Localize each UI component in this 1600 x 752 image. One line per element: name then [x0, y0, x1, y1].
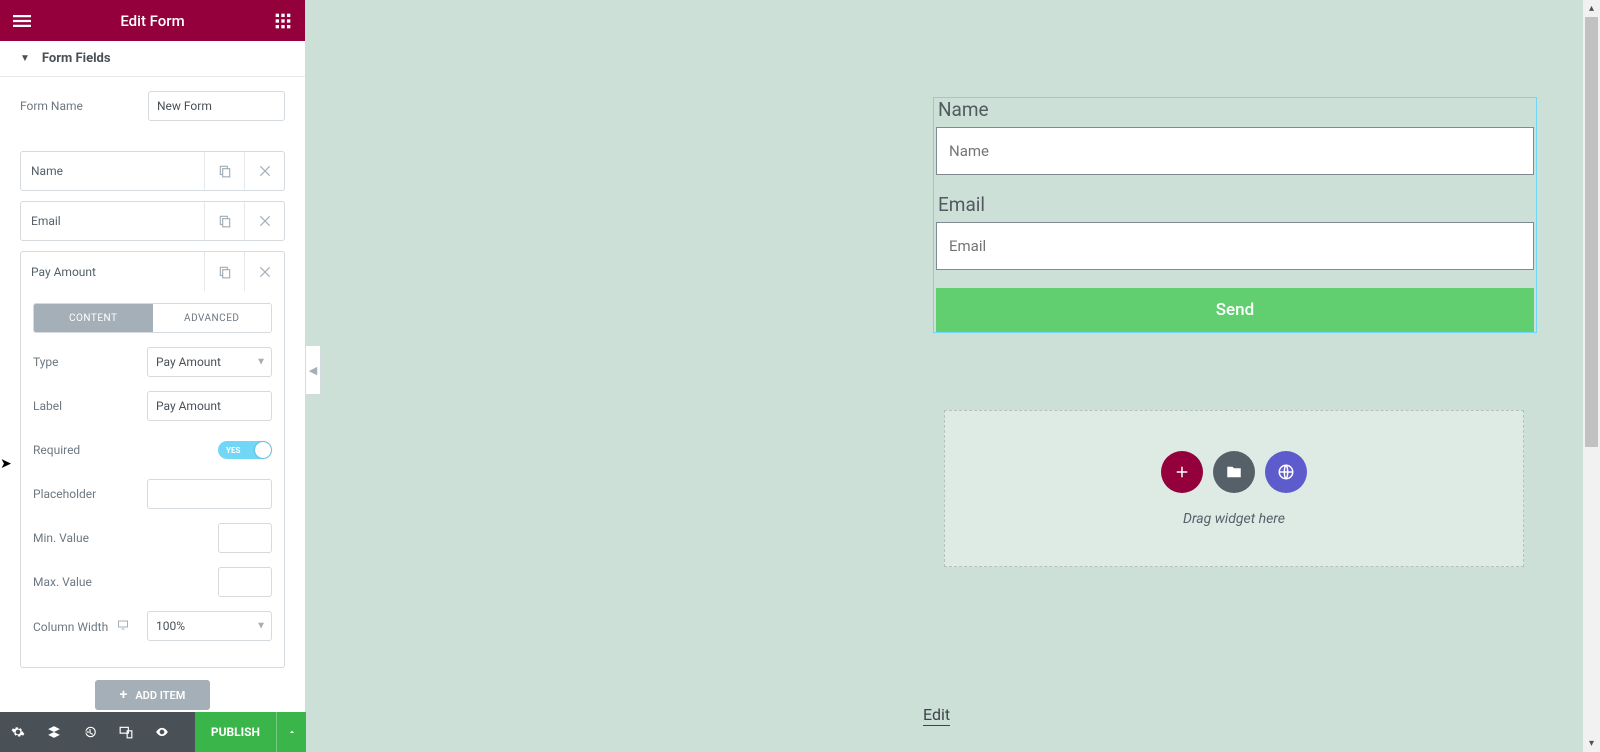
colwidth-select[interactable]: 100%	[147, 611, 272, 641]
close-icon[interactable]	[244, 202, 284, 240]
duplicate-icon[interactable]	[204, 202, 244, 240]
preview-name-label: Name	[938, 98, 1534, 121]
field-item-payamount[interactable]: Pay Amount	[20, 251, 285, 291]
colwidth-label: Column Width	[33, 619, 129, 634]
section-title: Form Fields	[42, 51, 111, 66]
edit-link[interactable]: Edit	[923, 705, 950, 726]
field-item-email[interactable]: Email	[20, 201, 285, 241]
sidebar-topbar: Edit Form	[0, 0, 305, 41]
fields-repeater: Name Email Pay Amount	[20, 151, 285, 710]
drop-zone-text: Drag widget here	[1183, 511, 1285, 527]
field-item-name[interactable]: Name	[20, 151, 285, 191]
scroll-thumb[interactable]	[1585, 17, 1598, 447]
global-widget-button[interactable]	[1265, 451, 1307, 493]
add-item-label: ADD ITEM	[135, 689, 185, 702]
label-label: Label	[33, 399, 62, 413]
preview-name-input[interactable]	[936, 127, 1534, 175]
toggle-label: YES	[226, 446, 240, 455]
desktop-icon[interactable]	[117, 620, 129, 634]
field-item-title[interactable]: Pay Amount	[21, 252, 204, 291]
drop-zone-buttons	[1161, 451, 1307, 493]
editor-sidebar: Edit Form ▼ Form Fields Form Name Name	[0, 0, 306, 752]
drop-zone[interactable]: Drag widget here	[944, 410, 1524, 567]
toggle-knob	[255, 442, 271, 458]
caret-down-icon: ▼	[20, 53, 30, 64]
min-row: Min. Value	[33, 523, 272, 553]
placeholder-label: Placeholder	[33, 487, 96, 501]
preview-canvas: Name Email Send Drag widget here Edit	[306, 0, 1600, 752]
form-name-input[interactable]	[148, 91, 285, 121]
publish-options-button[interactable]	[276, 712, 306, 752]
navigator-icon[interactable]	[36, 712, 72, 752]
label-row: Label	[33, 391, 272, 421]
field-tabs: CONTENT ADVANCED	[33, 303, 272, 333]
min-input[interactable]	[218, 523, 272, 553]
close-icon[interactable]	[244, 252, 284, 291]
add-widget-button[interactable]	[1161, 451, 1203, 493]
type-label: Type	[33, 355, 59, 369]
panel-body: Form Name Name Email	[0, 77, 305, 752]
field-settings-panel: CONTENT ADVANCED Type Pay Amount ▼ Label	[20, 291, 285, 668]
form-widget[interactable]: Name Email Send	[933, 97, 1537, 333]
collapse-sidebar-handle[interactable]: ◀	[306, 345, 321, 395]
publish-button[interactable]: PUBLISH	[195, 712, 276, 752]
sidebar-footer: PUBLISH	[0, 712, 306, 752]
field-item-title[interactable]: Email	[21, 202, 204, 240]
max-input[interactable]	[218, 567, 272, 597]
tab-content[interactable]: CONTENT	[34, 304, 153, 332]
page-scrollbar[interactable]: ▴ ▾	[1583, 0, 1600, 752]
plus-icon: +	[120, 687, 128, 703]
section-form-fields[interactable]: ▼ Form Fields	[0, 41, 305, 77]
form-name-label: Form Name	[20, 99, 83, 113]
preview-email-input[interactable]	[936, 222, 1534, 270]
placeholder-row: Placeholder	[33, 479, 272, 509]
required-label: Required	[33, 443, 80, 457]
duplicate-icon[interactable]	[204, 152, 244, 190]
required-row: Required YES	[33, 435, 272, 465]
max-row: Max. Value	[33, 567, 272, 597]
menu-icon[interactable]	[12, 11, 32, 31]
duplicate-icon[interactable]	[204, 252, 244, 291]
placeholder-input[interactable]	[147, 479, 272, 509]
min-label: Min. Value	[33, 531, 89, 545]
add-item-button[interactable]: + ADD ITEM	[95, 680, 210, 710]
history-icon[interactable]	[72, 712, 108, 752]
form-name-row: Form Name	[20, 91, 285, 121]
label-input[interactable]	[147, 391, 272, 421]
template-button[interactable]	[1213, 451, 1255, 493]
required-toggle[interactable]: YES	[218, 441, 272, 459]
colwidth-row: Column Width 100% ▼	[33, 611, 272, 641]
tab-advanced[interactable]: ADVANCED	[153, 304, 272, 332]
settings-icon[interactable]	[0, 712, 36, 752]
type-select[interactable]: Pay Amount	[147, 347, 272, 377]
close-icon[interactable]	[244, 152, 284, 190]
scroll-up-arrow[interactable]: ▴	[1583, 0, 1600, 17]
scroll-down-arrow[interactable]: ▾	[1583, 735, 1600, 752]
field-item-title[interactable]: Name	[21, 152, 204, 190]
preview-submit-button[interactable]: Send	[936, 288, 1534, 332]
max-label: Max. Value	[33, 575, 92, 589]
panel-title: Edit Form	[32, 12, 273, 30]
responsive-icon[interactable]	[108, 712, 144, 752]
type-row: Type Pay Amount ▼	[33, 347, 272, 377]
preview-icon[interactable]	[144, 712, 180, 752]
preview-email-label: Email	[938, 193, 1534, 216]
widgets-grid-icon[interactable]	[273, 11, 293, 31]
